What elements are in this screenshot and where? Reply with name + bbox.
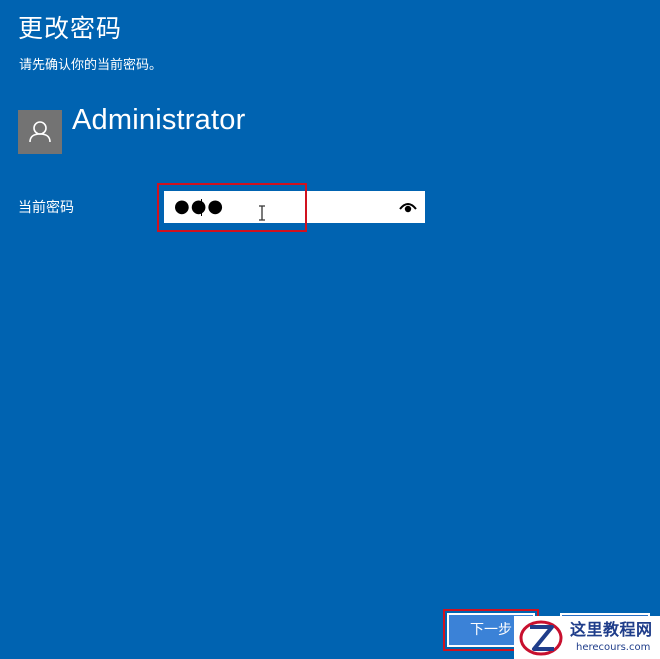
user-name: Administrator: [72, 104, 246, 136]
page-title: 更改密码: [18, 14, 123, 43]
current-password-label: 当前密码: [18, 200, 74, 216]
z-logo-icon: [519, 620, 563, 656]
input-highlight-box: [157, 183, 307, 232]
watermark-url: herecours.com: [576, 642, 651, 653]
user-avatar: [18, 110, 62, 154]
eye-icon[interactable]: [399, 200, 417, 214]
person-icon: [29, 121, 51, 143]
watermark-site-name: 这里教程网: [570, 620, 653, 639]
site-watermark: 这里教程网 herecours.com: [514, 616, 660, 659]
page-subtitle: 请先确认你的当前密码。: [19, 58, 163, 73]
